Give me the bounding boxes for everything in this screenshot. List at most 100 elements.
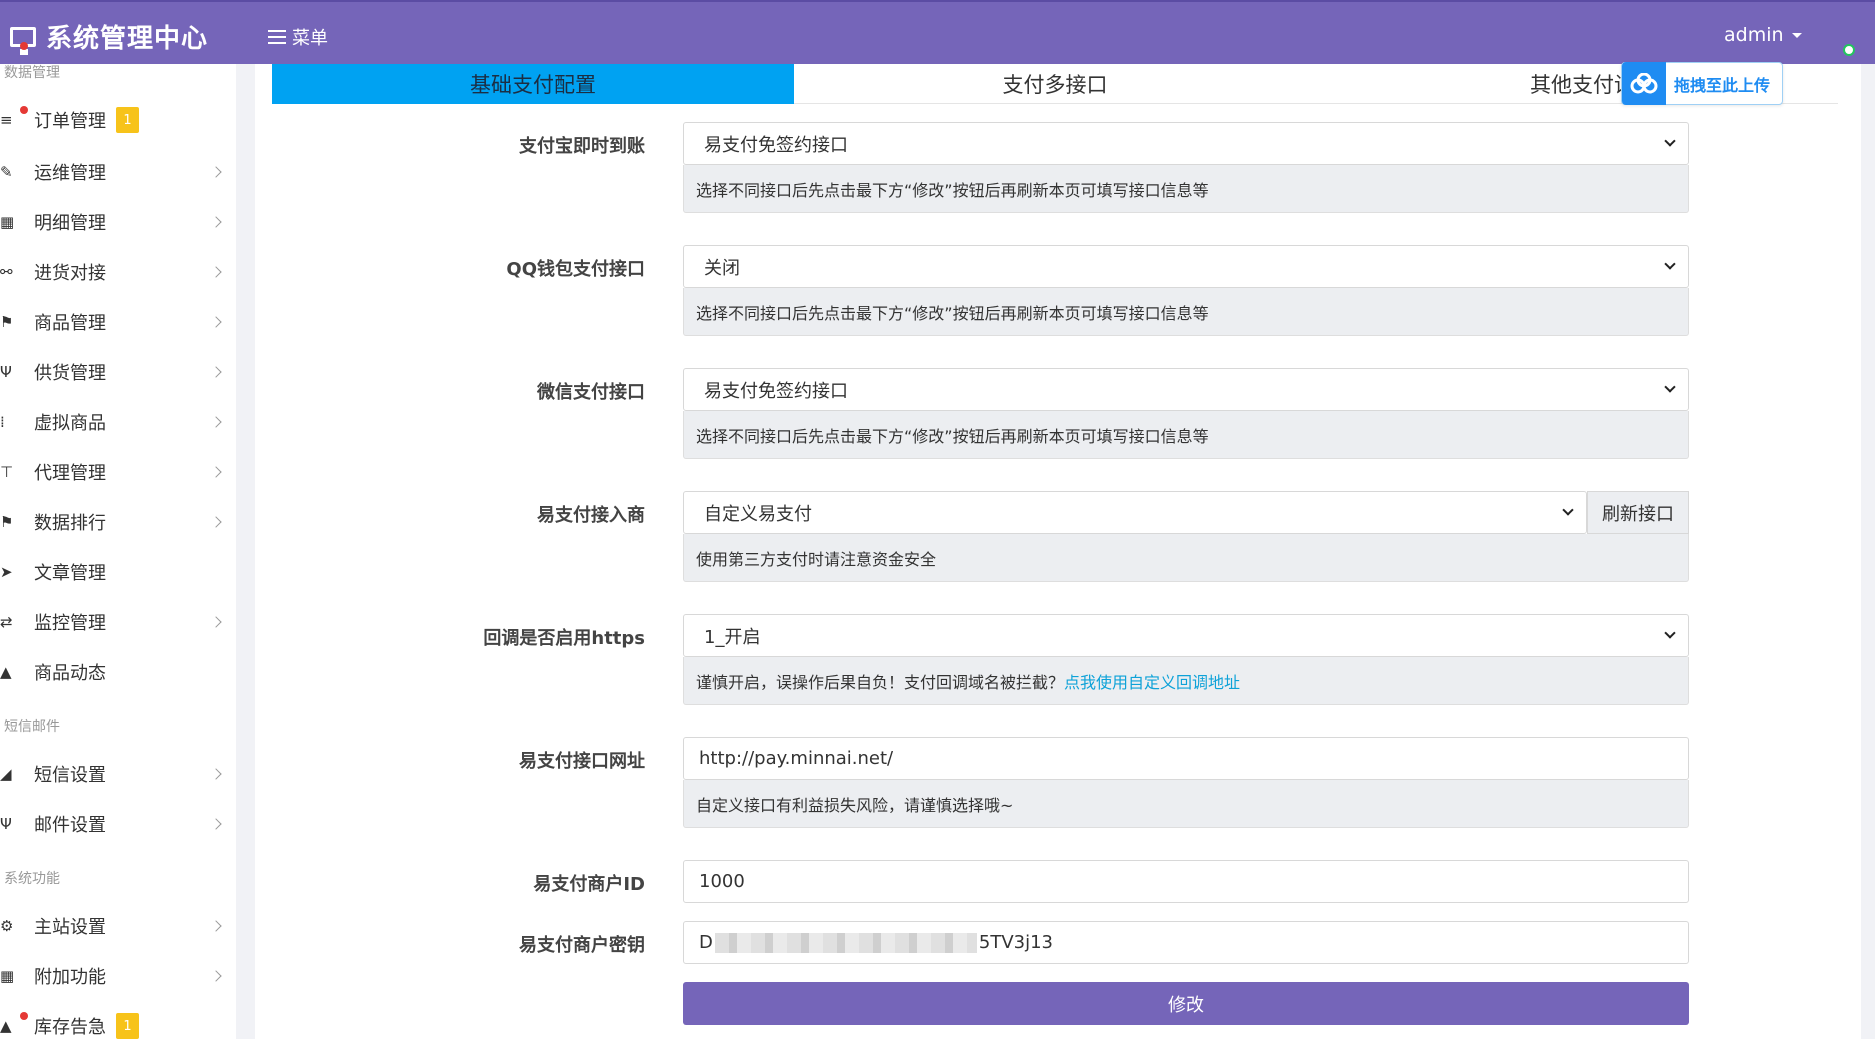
merchant-key-suffix: 5TV3j13 <box>978 932 1053 953</box>
sidebar-item-label: 虚拟商品 <box>34 413 106 434</box>
merchant-id-label: 易支付商户ID <box>533 874 645 895</box>
chevron-down-icon <box>1664 135 1676 147</box>
sidebar-item-label: 订单管理 <box>34 111 106 132</box>
sidebar-item-purchase[interactable]: ⚯ 进货对接 <box>0 252 236 292</box>
wechat-label: 微信支付接口 <box>537 382 645 403</box>
notification-dot <box>20 42 28 50</box>
provider-help: 使用第三方支付时请注意资金安全 <box>683 534 1689 582</box>
qq-help: 选择不同接口后先点击最下方“修改”按钮后再刷新本页可填写接口信息等 <box>683 288 1689 336</box>
chevron-right-icon <box>210 970 222 982</box>
sidebar-item-virtual[interactable]: ⁞ 虚拟商品 <box>0 402 236 442</box>
brand[interactable]: 系统管理中心 <box>10 18 208 55</box>
sidebar-item-label: 文章管理 <box>34 563 106 584</box>
chevron-right-icon <box>210 266 222 278</box>
https-select[interactable]: 1_开启 <box>683 614 1689 657</box>
redacted-blur <box>714 932 977 953</box>
api-url-label: 易支付接口网址 <box>519 751 645 772</box>
menu-toggle-button[interactable]: 菜单 <box>268 24 328 50</box>
tab-basic-payment[interactable]: 基础支付配置 <box>272 64 794 104</box>
link-icon: ⚯ <box>0 263 13 281</box>
https-help: 谨慎开启，误操作后果自负！支付回调域名被拦截？ 点我使用自定义回调地址 <box>683 657 1689 705</box>
sidebar-item-supply[interactable]: Ψ 供货管理 <box>0 352 236 392</box>
chevron-right-icon <box>210 416 222 428</box>
submit-button[interactable]: 修改 <box>683 982 1689 1025</box>
sidebar-item-orders[interactable]: ≡ 订单管理 1 <box>0 42 236 140</box>
sidebar-item-ops[interactable]: ✎ 运维管理 <box>0 152 236 192</box>
merchant-id-input[interactable]: 1000 <box>683 860 1689 903</box>
provider-label: 易支付接入商 <box>537 505 645 526</box>
refresh-interface-button[interactable]: 刷新接口 <box>1587 491 1689 534</box>
https-value: 1_开启 <box>704 626 761 648</box>
user-menu[interactable]: admin <box>1724 24 1802 46</box>
sidebar-item-products[interactable]: ⚑ 商品管理 <box>0 302 236 342</box>
sidebar-item-mail[interactable]: Ψ 邮件设置 <box>0 804 236 844</box>
sidebar: 数据管理 ≡ 订单管理 1 ✎ 运维管理 ▦ 明细管理 ⚯ 进货对接 ⚑ 商品管… <box>0 42 236 1039</box>
sidebar-item-monitor[interactable]: ⇄ 监控管理 <box>0 602 236 642</box>
provider-select[interactable]: 自定义易支付 <box>683 491 1587 534</box>
caret-down-icon <box>1791 32 1802 38</box>
username: admin <box>1724 24 1784 46</box>
grid-icon: ⁞ <box>0 413 5 431</box>
sidebar-item-site[interactable]: ⚙ 主站设置 <box>0 906 236 946</box>
sidebar-item-stock-alert[interactable]: ▲ 库存告急 1 <box>0 1006 236 1039</box>
menu-icon <box>268 30 286 44</box>
payment-config-panel: 基础支付配置 支付多接口 其他支付设 支付宝即时到账 易支付免签约接口 选择不同… <box>255 64 1861 1039</box>
chevron-down-icon <box>1562 504 1574 516</box>
sidebar-item-label: 商品管理 <box>34 313 106 334</box>
chevron-down-icon <box>1664 627 1676 639</box>
chevron-right-icon <box>210 516 222 528</box>
chevron-right-icon <box>210 216 222 228</box>
comments-icon: ✎ <box>0 163 13 181</box>
sidebar-item-label: 数据排行 <box>34 513 106 534</box>
online-status-icon <box>1843 44 1855 56</box>
gear-icon: ⚙ <box>0 917 14 935</box>
alipay-label: 支付宝即时到账 <box>519 136 645 157</box>
sidebar-item-activity[interactable]: ▲ 商品动态 <box>0 652 236 692</box>
sidebar-item-articles[interactable]: ➤ 文章管理 <box>0 552 236 592</box>
custom-callback-link[interactable]: 点我使用自定义回调地址 <box>1064 669 1240 693</box>
sidebar-item-extras[interactable]: ▦ 附加功能 <box>0 956 236 996</box>
sidebar-item-agents[interactable]: ⊤ 代理管理 <box>0 452 236 492</box>
merchant-key-input[interactable]: D 5TV3j13 <box>683 921 1689 964</box>
tab-multi-interface[interactable]: 支付多接口 <box>794 64 1316 104</box>
cutlery-icon: Ψ <box>0 815 12 833</box>
chevron-right-icon <box>210 768 222 780</box>
api-url-help: 自定义接口有利益损失风险，请谨慎选择哦~ <box>683 780 1689 828</box>
sidebar-section-system: 系统功能 <box>4 871 60 887</box>
qq-select[interactable]: 关闭 <box>683 245 1689 288</box>
sidebar-section-sms: 短信邮件 <box>4 719 60 735</box>
api-url-input[interactable]: http://pay.minnai.net/ <box>683 737 1689 780</box>
sidebar-item-label: 库存告急 <box>34 1017 106 1038</box>
merchant-key-label: 易支付商户密钥 <box>519 935 645 956</box>
sidebar-item-details[interactable]: ▦ 明细管理 <box>0 202 236 242</box>
qq-label: QQ钱包支付接口 <box>506 259 645 280</box>
count-badge: 1 <box>116 107 139 133</box>
https-label: 回调是否启用https <box>483 628 645 649</box>
sidebar-item-label: 运维管理 <box>34 163 106 184</box>
bell-icon: ▲ <box>0 663 12 681</box>
top-navbar: 系统管理中心 菜单 admin <box>0 0 1875 64</box>
sitemap-icon: ⊤ <box>0 463 14 481</box>
sidebar-item-label: 短信设置 <box>34 765 106 786</box>
chevron-right-icon <box>210 466 222 478</box>
wechat-value: 易支付免签约接口 <box>704 380 848 402</box>
chevron-right-icon <box>210 920 222 932</box>
calendar-icon: ▦ <box>0 213 15 231</box>
wechat-select[interactable]: 易支付免签约接口 <box>683 368 1689 411</box>
cutlery-icon: Ψ <box>0 363 12 381</box>
drag-upload-widget[interactable]: 拖拽至此上传 <box>1621 62 1783 105</box>
alipay-help: 选择不同接口后先点击最下方“修改”按钮后再刷新本页可填写接口信息等 <box>683 165 1689 213</box>
sidebar-item-label: 附加功能 <box>34 967 106 988</box>
sidebar-item-sms[interactable]: ◢ 短信设置 <box>0 754 236 794</box>
list-icon: ≡ <box>0 111 13 129</box>
alipay-select[interactable]: 易支付免签约接口 <box>683 122 1689 165</box>
flag-icon: ⚑ <box>0 513 14 531</box>
calendar-icon: ▦ <box>0 967 15 985</box>
chevron-down-icon <box>1664 381 1676 393</box>
sidebar-item-label: 进货对接 <box>34 263 106 284</box>
sidebar-item-ranking[interactable]: ⚑ 数据排行 <box>0 502 236 542</box>
https-help-text: 谨慎开启，误操作后果自负！支付回调域名被拦截？ <box>696 672 1065 692</box>
chevron-down-icon <box>1664 258 1676 270</box>
signal-icon: ◢ <box>0 765 12 783</box>
chevron-right-icon <box>210 616 222 628</box>
